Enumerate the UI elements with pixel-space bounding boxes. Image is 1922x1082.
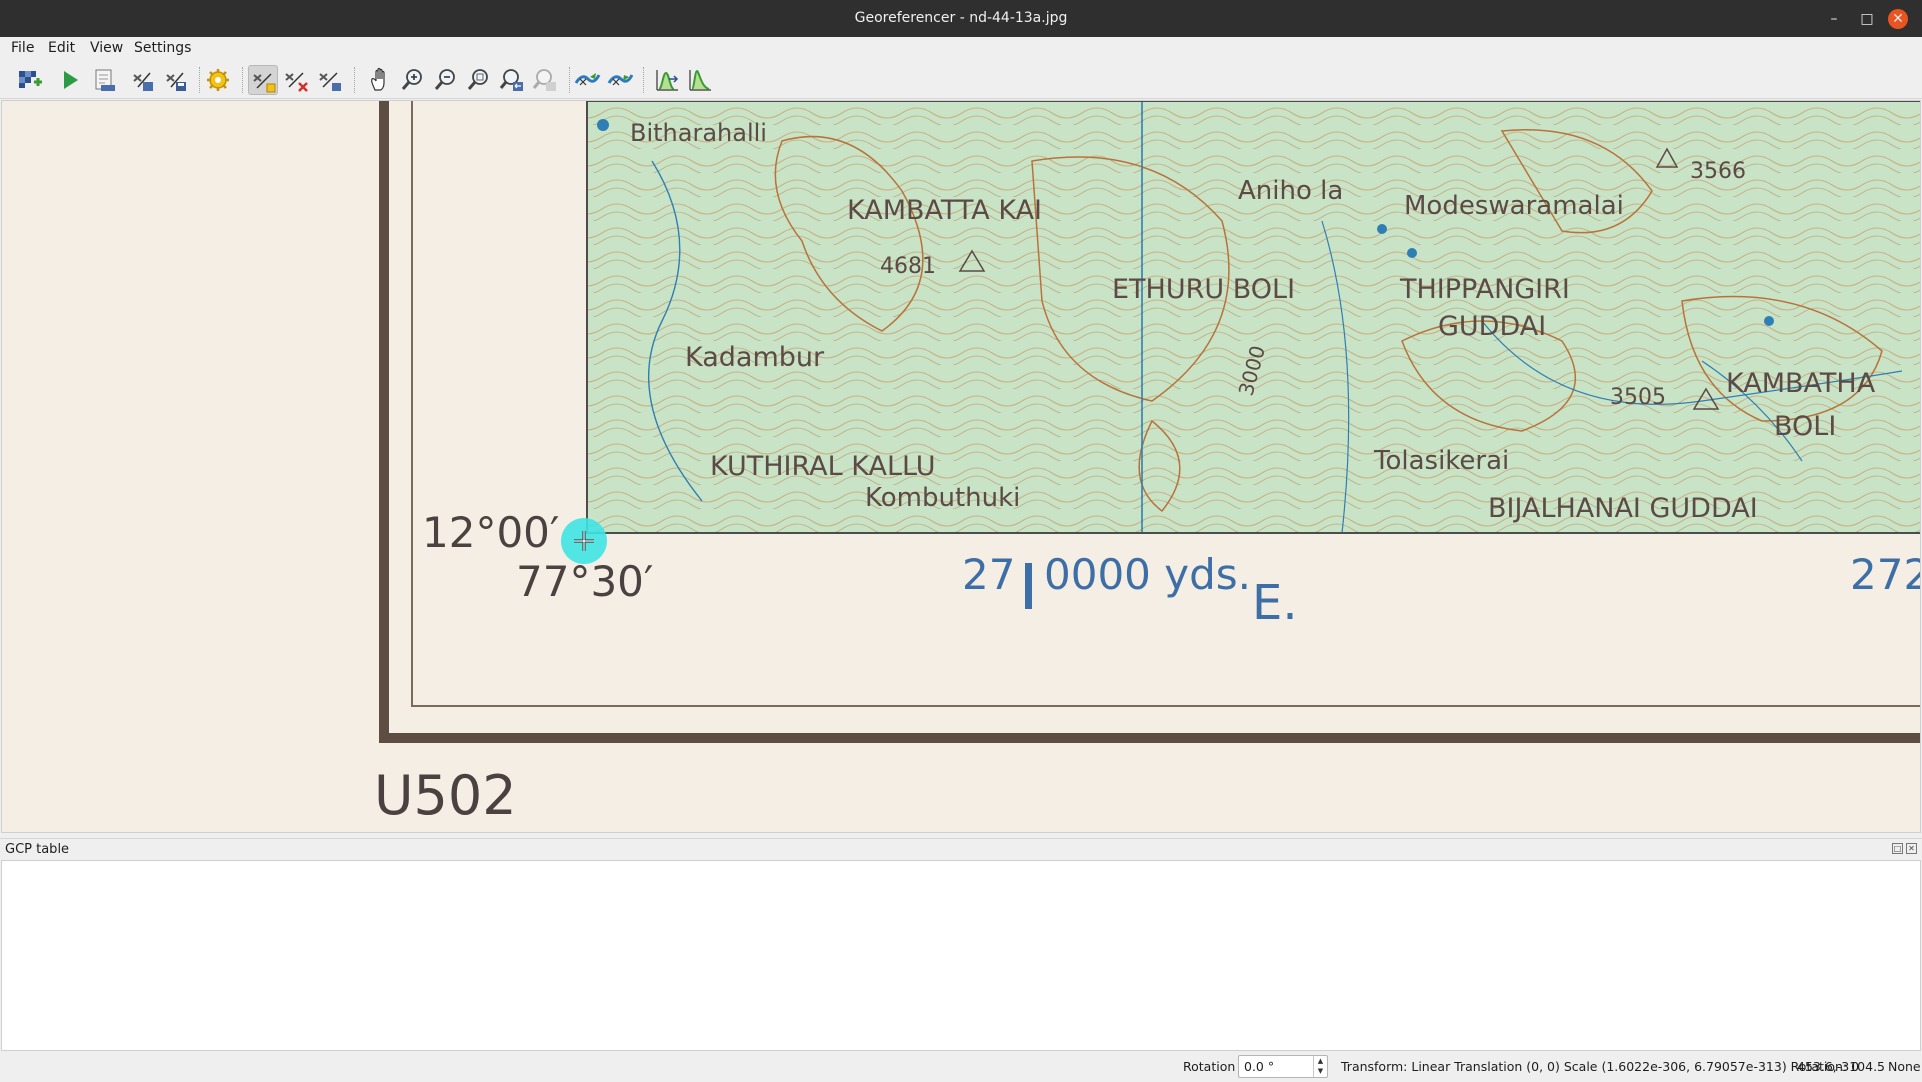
- gcp-table[interactable]: [1, 860, 1921, 1051]
- spot-height: 3505: [1610, 385, 1666, 410]
- link-qgis-to-georeferencer-icon[interactable]: [605, 65, 635, 95]
- zoom-in-icon[interactable]: [398, 65, 428, 95]
- rotation-value[interactable]: 0.0 °: [1244, 1059, 1274, 1074]
- scanned-topographic-map: Bitharahalli KAMBATTA KAI Aniho la Modes…: [2, 101, 1921, 832]
- place-label: BIJALHANAI GUDDAI: [1488, 493, 1758, 524]
- add-point-icon[interactable]: [248, 65, 278, 95]
- grid-label-main: 0000 yds.: [1044, 550, 1251, 599]
- latitude-label: 12°00′: [422, 508, 559, 557]
- zoom-to-layer-icon[interactable]: [464, 65, 494, 95]
- crs-label: None: [1888, 1059, 1921, 1074]
- close-dock-icon[interactable]: ✕: [1906, 843, 1917, 854]
- place-label: Kadambur: [685, 342, 825, 373]
- place-label: KAMBATTA KAI: [847, 195, 1042, 226]
- grid-label-prefix: 27: [962, 550, 1015, 599]
- transform-info: Transform: Linear Translation (0, 0) Sca…: [1341, 1059, 1860, 1074]
- float-dock-icon[interactable]: □: [1892, 843, 1903, 854]
- menu-edit[interactable]: Edit: [48, 40, 75, 56]
- menu-bar: File Edit View Settings: [0, 37, 1922, 61]
- place-label: KAMBATHA: [1726, 368, 1876, 399]
- place-label: THIPPANGIRI: [1399, 274, 1570, 305]
- close-icon[interactable]: ✕: [1888, 9, 1908, 29]
- longitude-label: 77°30′: [516, 557, 653, 606]
- spin-arrows-icon[interactable]: ▲ ▼: [1313, 1056, 1327, 1077]
- minimize-icon[interactable]: –: [1824, 9, 1844, 29]
- delete-point-icon[interactable]: [281, 65, 311, 95]
- pan-icon[interactable]: [365, 65, 395, 95]
- local-histogram-stretch-icon[interactable]: [685, 65, 715, 95]
- start-georeferencing-icon[interactable]: [55, 65, 85, 95]
- place-label: ETHURU BOLI: [1112, 274, 1295, 305]
- full-histogram-stretch-icon[interactable]: [652, 65, 682, 95]
- zoom-next-icon[interactable]: [530, 65, 560, 95]
- menu-view[interactable]: View: [90, 40, 123, 56]
- maximize-icon[interactable]: □: [1857, 9, 1877, 29]
- sheet-label: U502: [374, 764, 517, 827]
- generate-gdal-script-icon[interactable]: [89, 65, 119, 95]
- spot-height: 4681: [880, 254, 936, 279]
- gcp-table-header: GCP table □ ✕: [0, 838, 1922, 860]
- window-title: Georeferencer - nd-44-13a.jpg: [854, 10, 1068, 26]
- place-label: GUDDAI: [1438, 311, 1546, 342]
- move-gcp-point-icon[interactable]: [315, 65, 345, 95]
- place-label: Kombuthuki: [865, 483, 1020, 513]
- place-label: KUTHIRAL KALLU: [710, 451, 935, 482]
- zoom-last-icon[interactable]: [497, 65, 527, 95]
- rotation-label: Rotation: [1183, 1059, 1236, 1074]
- title-bar: Georeferencer - nd-44-13a.jpg – □ ✕: [0, 0, 1922, 37]
- spot-height: 3566: [1690, 159, 1746, 184]
- save-gcp-points-icon[interactable]: [161, 65, 191, 95]
- map-canvas[interactable]: Bitharahalli KAMBATTA KAI Aniho la Modes…: [1, 100, 1921, 833]
- rotation-spinbox[interactable]: 0.0 ° ▲ ▼: [1238, 1055, 1328, 1078]
- georeferencer-toolbar: [0, 61, 1922, 99]
- place-label: Aniho la: [1238, 176, 1343, 206]
- place-label: Bitharahalli: [630, 119, 767, 147]
- status-bar: Rotation 0.0 ° ▲ ▼ Transform: Linear Tran…: [0, 1051, 1922, 1082]
- gcp-marker[interactable]: [561, 518, 607, 564]
- load-gcp-points-icon[interactable]: [128, 65, 158, 95]
- grid-label-east: E.: [1252, 575, 1298, 631]
- transformation-settings-icon[interactable]: [203, 65, 233, 95]
- menu-file[interactable]: File: [11, 40, 34, 56]
- zoom-out-icon[interactable]: [431, 65, 461, 95]
- place-label: Tolasikerai: [1373, 446, 1509, 476]
- menu-settings[interactable]: Settings: [134, 40, 191, 56]
- cursor-coordinates: 453.6,-3104.5: [1797, 1059, 1886, 1074]
- place-label: BOLI: [1774, 411, 1836, 442]
- grid-label-right: 272: [1850, 550, 1921, 599]
- gcp-table-title: GCP table: [5, 842, 70, 857]
- open-raster-icon[interactable]: [14, 65, 44, 95]
- place-label: Modeswaramalai: [1404, 191, 1624, 221]
- link-georeferencer-to-qgis-icon[interactable]: [572, 65, 602, 95]
